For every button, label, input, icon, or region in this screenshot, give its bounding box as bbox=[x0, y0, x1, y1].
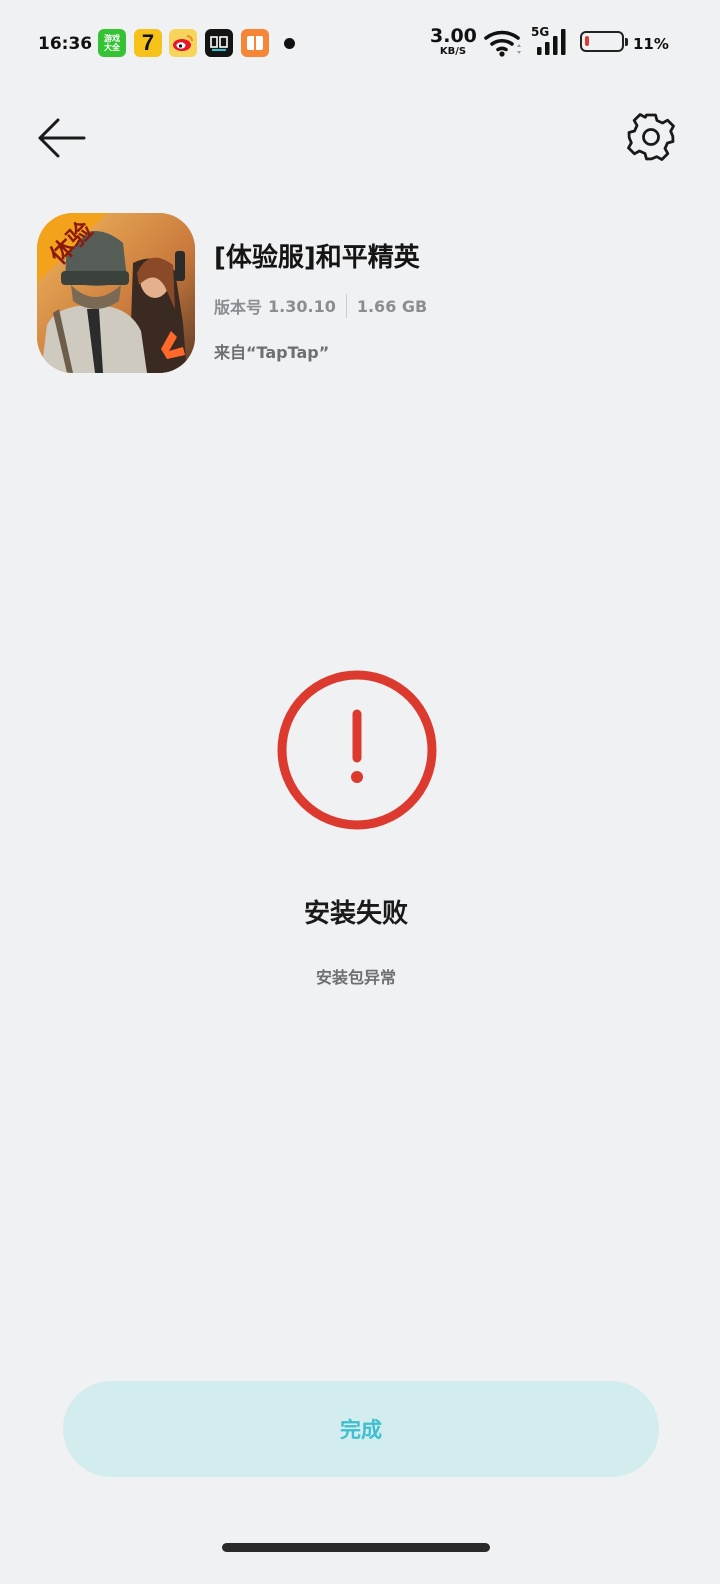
app-icon: 体验 bbox=[37, 213, 195, 373]
back-button[interactable] bbox=[36, 112, 90, 164]
dewu-app-icon bbox=[205, 29, 233, 57]
installer-screen: 16:36 游戏大全 7 3.00 KB/S 5G 11% 体验 [体验服]和平… bbox=[0, 0, 720, 1584]
done-button-label: 完成 bbox=[340, 1418, 382, 1442]
more-notifications-dot bbox=[284, 38, 295, 49]
result-description: 安装包异常 bbox=[315, 968, 396, 987]
status-time: 16:36 bbox=[38, 34, 93, 54]
app-name: [体验服]和平精英 bbox=[214, 243, 420, 273]
home-indicator[interactable] bbox=[222, 1543, 490, 1552]
weibo-app-icon bbox=[169, 29, 197, 57]
game-center-app-icon: 游戏大全 bbox=[98, 29, 126, 57]
battery-cap bbox=[625, 38, 628, 46]
arrow-left-icon bbox=[38, 118, 86, 158]
network-speed-value: 3.00 bbox=[430, 25, 477, 47]
network-speed: 3.00 KB/S bbox=[430, 25, 477, 57]
app-source: 来自“TapTap” bbox=[214, 343, 330, 362]
version-label: 版本号 bbox=[214, 298, 263, 317]
battery-icon bbox=[580, 31, 624, 52]
settings-button[interactable] bbox=[624, 110, 678, 164]
meta-divider bbox=[345, 294, 347, 318]
cell-signal-icon bbox=[537, 29, 566, 55]
version-number: 1.30.10 bbox=[268, 296, 336, 316]
wifi-icon bbox=[484, 30, 521, 57]
package-size: 1.66 GB bbox=[356, 296, 428, 316]
result-title: 安装失败 bbox=[303, 899, 408, 929]
game-center-app-label: 游戏大全 bbox=[104, 34, 120, 52]
weibo-logo-icon bbox=[173, 35, 193, 51]
game-artwork-icon: 体验 bbox=[37, 213, 195, 373]
gear-icon bbox=[627, 113, 675, 161]
qimao-app-icon: 7 bbox=[134, 29, 162, 57]
reader-app-icon bbox=[241, 29, 269, 57]
qimao-app-label: 7 bbox=[141, 30, 155, 55]
app-meta: 版本号 1.30.10 1.66 GB bbox=[214, 294, 427, 318]
exclamation-circle-icon bbox=[277, 670, 437, 830]
done-button[interactable]: 完成 bbox=[63, 1381, 659, 1477]
book-icon bbox=[247, 36, 263, 50]
network-speed-unit: KB/S bbox=[439, 46, 467, 57]
battery-level bbox=[585, 36, 589, 46]
dewu-logo-icon bbox=[210, 36, 228, 51]
status-bar: 16:36 游戏大全 7 3.00 KB/S 5G 11% bbox=[0, 0, 720, 88]
battery-percent: 11% bbox=[633, 35, 669, 53]
